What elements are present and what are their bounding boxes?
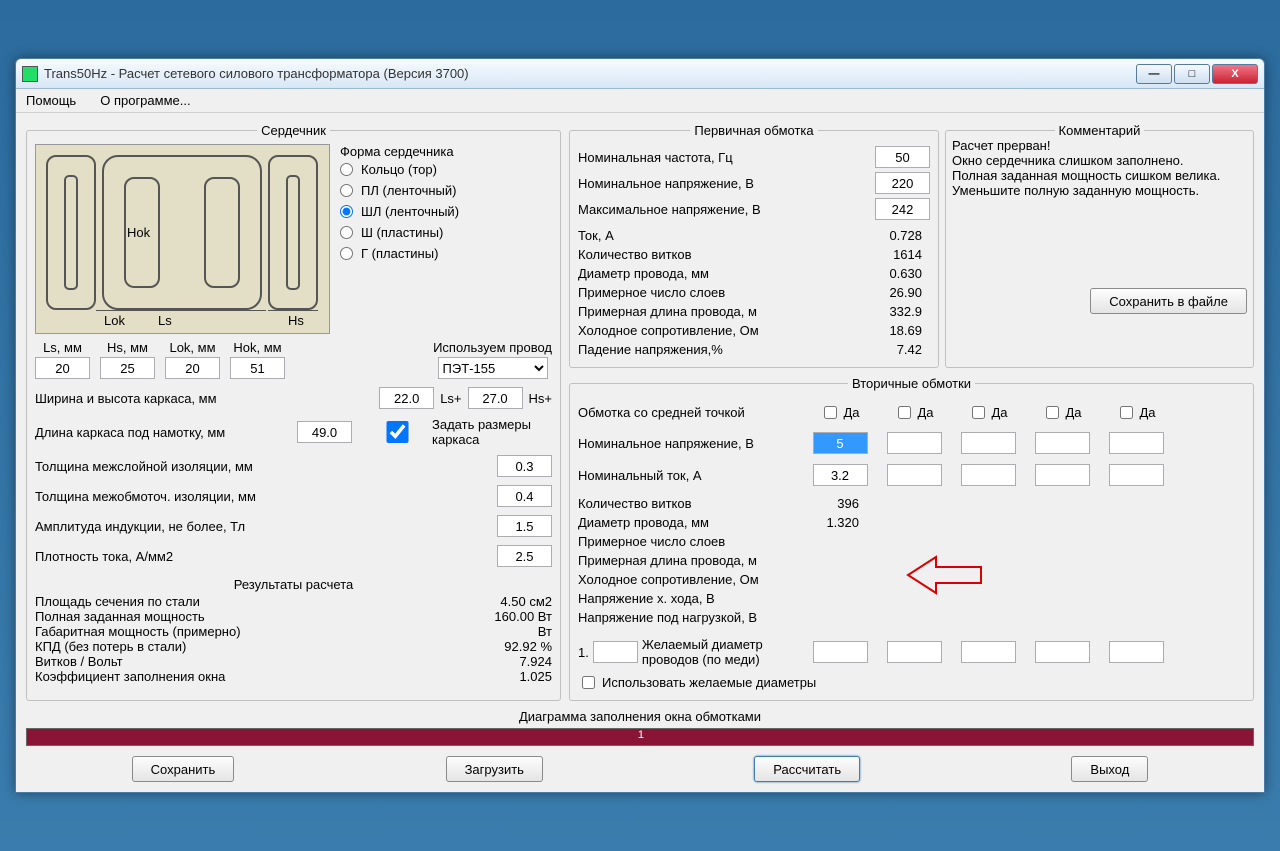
primary-legend: Первичная обмотка xyxy=(690,123,817,138)
induction-input[interactable] xyxy=(497,515,552,537)
midtap-5[interactable] xyxy=(1120,406,1133,419)
primary-in-0[interactable] xyxy=(875,146,930,168)
core-form-pl[interactable] xyxy=(340,184,353,197)
core-form-ring[interactable] xyxy=(340,163,353,176)
core-group: Сердечник Hok Lok Ls Hs xyxy=(26,123,561,701)
secondary-legend: Вторичные обмотки xyxy=(848,376,975,391)
set-frame-checkbox[interactable] xyxy=(370,421,425,443)
core-form-label: Форма сердечника xyxy=(340,144,552,159)
primary-in-2[interactable] xyxy=(875,198,930,220)
minimize-button[interactable]: — xyxy=(1136,64,1172,84)
core-form-sh[interactable] xyxy=(340,226,353,239)
load-button[interactable]: Загрузить xyxy=(446,756,543,782)
midtap-1[interactable] xyxy=(824,406,837,419)
sec-v-3[interactable] xyxy=(961,432,1016,454)
app-icon xyxy=(22,66,38,82)
menu-help[interactable]: Помощь xyxy=(26,93,76,108)
frame-w-input[interactable] xyxy=(379,387,434,409)
core-form-shl[interactable] xyxy=(340,205,353,218)
core-form-g[interactable] xyxy=(340,247,353,260)
use-desired-checkbox[interactable] xyxy=(582,676,595,689)
desired-d-3[interactable] xyxy=(961,641,1016,663)
desired-d-1[interactable] xyxy=(813,641,868,663)
core-legend: Сердечник xyxy=(257,123,330,138)
desired-d-2[interactable] xyxy=(887,641,942,663)
lok-input[interactable] xyxy=(165,357,220,379)
menubar: Помощь О программе... xyxy=(16,89,1264,113)
desired-d-4[interactable] xyxy=(1035,641,1090,663)
comment-text: Расчет прерван! Окно сердечника слишком … xyxy=(952,138,1247,198)
frame-h-input[interactable] xyxy=(468,387,523,409)
comment-group: Комментарий Расчет прерван! Окно сердечн… xyxy=(945,123,1254,368)
j-input[interactable] xyxy=(497,545,552,567)
interlayer-input[interactable] xyxy=(497,455,552,477)
midtap-3[interactable] xyxy=(972,406,985,419)
midtap-2[interactable] xyxy=(898,406,911,419)
hs-input[interactable] xyxy=(100,357,155,379)
save-button[interactable]: Сохранить xyxy=(132,756,235,782)
sec-i-3[interactable] xyxy=(961,464,1016,486)
sec-i-4[interactable] xyxy=(1035,464,1090,486)
sec-i-5[interactable] xyxy=(1109,464,1164,486)
primary-in-1[interactable] xyxy=(875,172,930,194)
hok-input[interactable] xyxy=(230,357,285,379)
maximize-button[interactable]: □ xyxy=(1174,64,1210,84)
sec-v-5[interactable] xyxy=(1109,432,1164,454)
wire-select[interactable]: ПЭТ-155 xyxy=(438,357,548,379)
ls-input[interactable] xyxy=(35,357,90,379)
titlebar: Trans50Hz - Расчет сетевого силового тра… xyxy=(16,59,1264,89)
app-window: Trans50Hz - Расчет сетевого силового тра… xyxy=(15,58,1265,793)
sec-i-2[interactable] xyxy=(887,464,942,486)
close-button[interactable]: X xyxy=(1212,64,1258,84)
frame-len-input[interactable] xyxy=(297,421,352,443)
sec-v-2[interactable] xyxy=(887,432,942,454)
primary-group: Первичная обмотка Номинальная частота, Г… xyxy=(569,123,939,368)
interwind-input[interactable] xyxy=(497,485,552,507)
comment-legend: Комментарий xyxy=(1055,123,1145,138)
secondary-group: Вторичные обмотки Обмотка со средней точ… xyxy=(569,376,1254,701)
menu-about[interactable]: О программе... xyxy=(100,93,190,108)
desired-1[interactable] xyxy=(593,641,638,663)
diagram-label: Диаграмма заполнения окна обмотками xyxy=(26,709,1254,724)
fill-diagram: 1 xyxy=(26,728,1254,746)
window-title: Trans50Hz - Расчет сетевого силового тра… xyxy=(44,66,1136,81)
results-title: Результаты расчета xyxy=(35,577,552,592)
calc-button[interactable]: Рассчитать xyxy=(754,756,860,782)
sec-i-1[interactable] xyxy=(813,464,868,486)
save-file-button[interactable]: Сохранить в файле xyxy=(1090,288,1247,314)
midtap-4[interactable] xyxy=(1046,406,1059,419)
sec-v-1[interactable] xyxy=(813,432,868,454)
core-diagram: Hok Lok Ls Hs xyxy=(35,144,330,334)
sec-v-4[interactable] xyxy=(1035,432,1090,454)
exit-button[interactable]: Выход xyxy=(1071,756,1148,782)
desired-d-5[interactable] xyxy=(1109,641,1164,663)
